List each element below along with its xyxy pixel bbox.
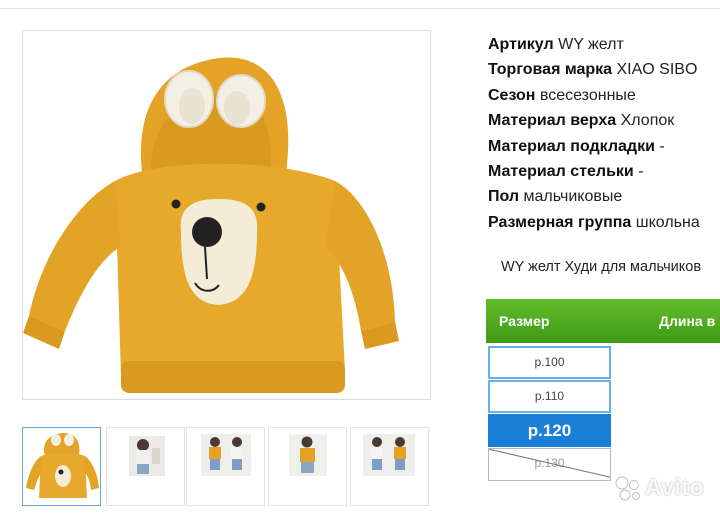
size-option-120[interactable]: р.120 xyxy=(488,414,611,447)
spec-label: Материал стельки xyxy=(488,162,634,180)
size-option-label: р.120 xyxy=(527,421,572,440)
spec-label: Размерная группа xyxy=(488,213,632,231)
size-option-130[interactable]: р.130 xyxy=(488,448,611,481)
avito-logo-icon xyxy=(615,476,640,501)
child-photo-thumbnail-image xyxy=(289,434,327,476)
children-photo-thumbnail-image xyxy=(201,434,251,476)
spec-value: школьна xyxy=(635,213,700,231)
children-photo-thumbnail-image xyxy=(363,434,415,476)
child-photo-thumbnail-image xyxy=(129,436,165,476)
product-description: WY желт Худи для мальчиков xyxy=(501,259,702,275)
spec-row-season: Сезон всесезонные xyxy=(488,83,720,108)
spec-label: Сезон xyxy=(488,86,536,104)
spec-label: Материал подкладки xyxy=(488,137,655,155)
thumbnail-2[interactable] xyxy=(106,427,185,506)
avito-watermark: Avito xyxy=(613,473,713,503)
unavailable-strike xyxy=(489,449,610,480)
spec-row-article: Артикул WY желт xyxy=(488,32,720,57)
thumbnail-3[interactable] xyxy=(186,427,265,506)
spec-value: - xyxy=(638,162,644,180)
spec-row-size-group: Размерная группа школьна xyxy=(488,210,720,235)
main-product-image[interactable] xyxy=(22,30,431,400)
spec-label: Артикул xyxy=(488,36,554,53)
spec-value: мальчиковые xyxy=(523,188,623,206)
spec-label: Материал верха xyxy=(488,112,617,130)
spec-value: WY желт xyxy=(558,36,624,53)
size-option-100[interactable]: р.100 xyxy=(488,346,611,379)
spec-row-brand: Торговая марка XIAO SIBO xyxy=(488,57,720,82)
spec-value: Хлопок xyxy=(620,112,675,130)
top-divider xyxy=(0,8,720,9)
spec-label: Торговая марка xyxy=(488,61,613,79)
thumbnail-1[interactable] xyxy=(22,427,101,506)
spec-row-lining-material: Материал подкладки - xyxy=(488,134,720,159)
hoodie-illustration xyxy=(23,57,399,393)
spec-label: Пол xyxy=(488,188,520,206)
size-option-label: р.100 xyxy=(534,355,565,369)
spec-value: - xyxy=(659,137,665,155)
thumbnail-4[interactable] xyxy=(268,427,347,506)
product-specs: Артикул WY желт Торговая марка XIAO SIBO… xyxy=(488,32,720,235)
size-option-110[interactable]: р.110 xyxy=(488,380,611,413)
thumbnail-5[interactable] xyxy=(350,427,429,506)
size-column-header: Размер xyxy=(499,313,550,329)
spec-row-gender: Пол мальчиковые xyxy=(488,184,720,209)
size-table-header: Размер Длина в xyxy=(486,299,720,343)
size-option-label: р.110 xyxy=(534,389,565,403)
watermark-text: Avito xyxy=(645,474,705,500)
spec-value: всесезонные xyxy=(539,86,636,104)
spec-row-insole-material: Материал стельки - xyxy=(488,159,720,184)
hoodie-thumbnail-image xyxy=(26,433,99,498)
spec-value: XIAO SIBO xyxy=(616,61,698,79)
length-column-header: Длина в xyxy=(659,313,716,329)
spec-row-outer-material: Материал верха Хлопок xyxy=(488,108,720,133)
